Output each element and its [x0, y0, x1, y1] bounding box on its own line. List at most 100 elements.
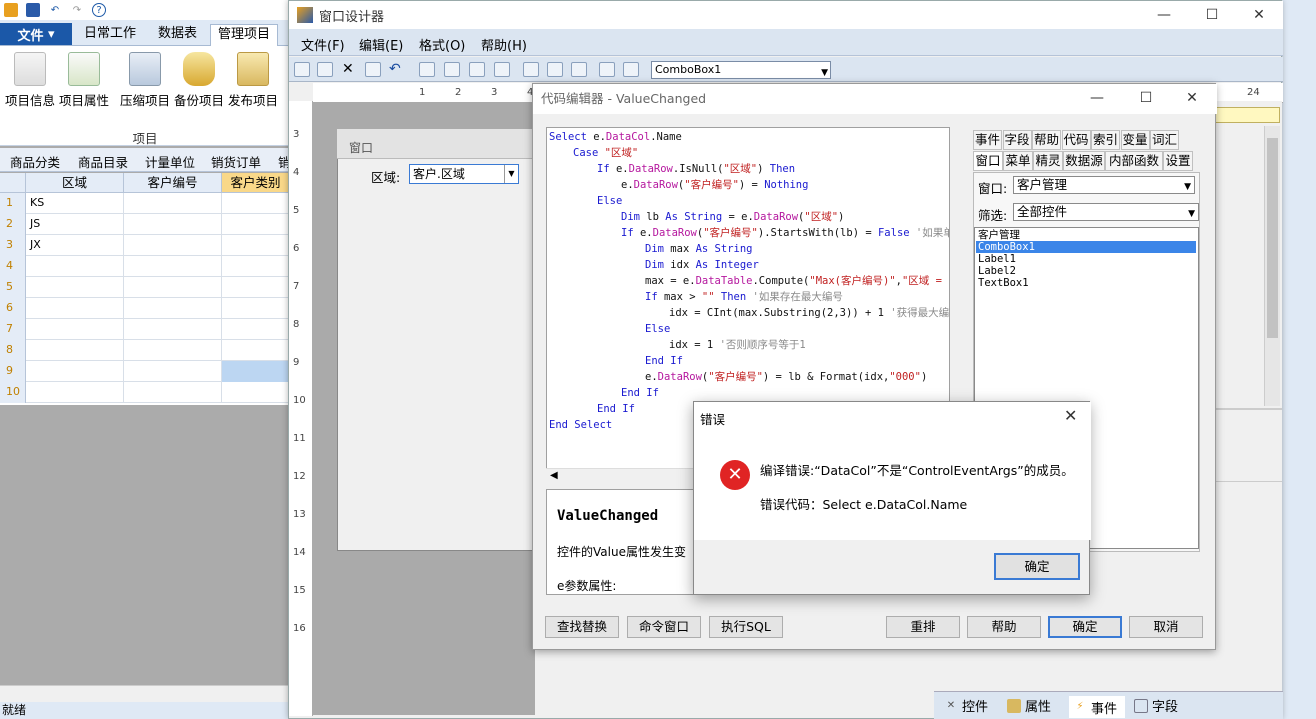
- table-row[interactable]: 1 KS: [0, 193, 290, 214]
- tab-controls[interactable]: ✕ 控件: [944, 696, 988, 716]
- file-menu-button[interactable]: 文件 ▾: [0, 23, 72, 45]
- editor-tab[interactable]: 设置: [1163, 151, 1193, 171]
- cell-area[interactable]: [26, 319, 124, 340]
- code-line[interactable]: e.DataRow("客户编号") = Nothing: [621, 177, 808, 193]
- cell-area[interactable]: [26, 256, 124, 277]
- cell-customer-type[interactable]: [222, 214, 290, 235]
- save-icon[interactable]: [26, 3, 40, 17]
- form-preview[interactable]: [337, 129, 533, 551]
- copy-icon[interactable]: [365, 62, 381, 77]
- editor-tab[interactable]: 变量: [1120, 130, 1150, 150]
- row-number[interactable]: 5: [0, 277, 26, 298]
- cancel-button[interactable]: 取消: [1129, 616, 1203, 638]
- cell-customer-type[interactable]: [222, 361, 290, 382]
- cell-customer-no[interactable]: [124, 277, 222, 298]
- cell-customer-no[interactable]: [124, 340, 222, 361]
- tab-tables[interactable]: 数据表: [150, 24, 205, 46]
- undo-icon[interactable]: ↶: [48, 3, 62, 17]
- cell-customer-type[interactable]: [222, 256, 290, 277]
- row-number[interactable]: 9: [0, 361, 26, 382]
- editor-close-button[interactable]: ✕: [1182, 88, 1202, 108]
- table-tab-sales-order[interactable]: 销货订单: [211, 152, 261, 171]
- editor-tab[interactable]: 索引: [1091, 130, 1120, 150]
- code-line[interactable]: Else: [645, 321, 670, 337]
- cell-area[interactable]: [26, 340, 124, 361]
- code-line[interactable]: If max > "" Then '如果存在最大编号: [645, 289, 843, 305]
- cell-area[interactable]: [26, 361, 124, 382]
- tab-fields[interactable]: 字段: [1134, 696, 1178, 715]
- row-number[interactable]: 3: [0, 235, 26, 256]
- editor-tab[interactable]: 精灵: [1033, 151, 1063, 171]
- control-selector-combo[interactable]: ComboBox1 ▼: [651, 61, 831, 79]
- command-window-button[interactable]: 命令窗口: [627, 616, 701, 638]
- align-right-icon[interactable]: [444, 62, 460, 77]
- same-size-icon[interactable]: [571, 62, 587, 77]
- cell-customer-type[interactable]: [222, 277, 290, 298]
- editor-tab[interactable]: 代码: [1061, 130, 1091, 150]
- code-line[interactable]: End If: [621, 385, 659, 401]
- right-panel-scrollbar[interactable]: [1264, 126, 1280, 406]
- code-line[interactable]: e.DataRow("客户编号") = lb & Format(idx,"000…: [645, 369, 927, 385]
- cell-area[interactable]: [26, 382, 124, 403]
- code-line[interactable]: End Select: [549, 417, 612, 433]
- editor-tab[interactable]: 数据源: [1063, 151, 1105, 171]
- align-bottom-icon[interactable]: [494, 62, 510, 77]
- save-tool-icon[interactable]: [294, 62, 310, 77]
- cell-customer-type[interactable]: [222, 319, 290, 340]
- cell-customer-type[interactable]: [222, 382, 290, 403]
- table-row[interactable]: 5: [0, 277, 290, 298]
- code-line[interactable]: idx = 1 '否则顺序号等于1: [669, 337, 806, 353]
- cell-area[interactable]: [26, 298, 124, 319]
- tab-manage-project[interactable]: 管理项目: [210, 24, 278, 46]
- tab-events[interactable]: ⚡ 事件: [1069, 696, 1126, 718]
- cell-customer-no[interactable]: [124, 298, 222, 319]
- table-tab-catalog[interactable]: 商品目录: [78, 152, 128, 171]
- cell-customer-type[interactable]: [222, 340, 290, 361]
- cell-customer-no[interactable]: [124, 235, 222, 256]
- cell-customer-type[interactable]: [222, 235, 290, 256]
- table-row[interactable]: 6: [0, 298, 290, 319]
- same-width-icon[interactable]: [523, 62, 539, 77]
- grid-horizontal-scrollbar[interactable]: [0, 685, 290, 702]
- table-row[interactable]: 8: [0, 340, 290, 361]
- cell-customer-no[interactable]: [124, 193, 222, 214]
- table-tab-category[interactable]: 商品分类: [10, 152, 60, 171]
- editor-maximize-button[interactable]: ☐: [1136, 88, 1156, 108]
- help-button[interactable]: 帮助: [967, 616, 1041, 638]
- list-item[interactable]: Label2: [978, 265, 1016, 277]
- backup-project-button[interactable]: 备份项目: [172, 52, 226, 109]
- code-line[interactable]: Dim lb As String = e.DataRow("区域"): [621, 209, 844, 225]
- close-button[interactable]: ✕: [1249, 5, 1269, 25]
- editor-tab[interactable]: 字段: [1002, 130, 1032, 150]
- menu-help[interactable]: 帮助(H): [481, 35, 527, 54]
- table-row[interactable]: 2 JS: [0, 214, 290, 235]
- maximize-button[interactable]: ☐: [1202, 5, 1222, 25]
- ok-button[interactable]: 确定: [1048, 616, 1122, 638]
- list-item[interactable]: Label1: [978, 253, 1016, 265]
- column-header-customer-type[interactable]: 客户类别: [222, 173, 290, 193]
- code-line[interactable]: If e.DataRow("客户编号").StartsWith(lb) = Fa…: [621, 225, 949, 241]
- label1[interactable]: 区域:: [371, 167, 400, 186]
- column-header-area[interactable]: 区域: [26, 173, 124, 193]
- menu-edit[interactable]: 编辑(E): [359, 35, 403, 54]
- table-row[interactable]: 10: [0, 382, 290, 403]
- vertical-space-icon[interactable]: [599, 62, 615, 77]
- error-close-icon[interactable]: ✕: [1064, 406, 1077, 425]
- code-line[interactable]: Dim max As String: [645, 241, 753, 257]
- minimize-button[interactable]: —: [1154, 5, 1174, 25]
- table-row[interactable]: 9: [0, 361, 290, 382]
- code-line[interactable]: Case "区域": [573, 145, 638, 161]
- table-row[interactable]: 4: [0, 256, 290, 277]
- cell-customer-no[interactable]: [124, 256, 222, 277]
- editor-tab[interactable]: 窗口: [973, 151, 1003, 171]
- row-number[interactable]: 6: [0, 298, 26, 319]
- editor-tab[interactable]: 词汇: [1150, 130, 1179, 150]
- list-item[interactable]: TextBox1: [978, 277, 1029, 289]
- column-header-customer-no[interactable]: 客户编号: [124, 173, 222, 193]
- reset-layout-button[interactable]: 重排: [886, 616, 960, 638]
- panel-pin[interactable]: [1214, 107, 1280, 123]
- code-line[interactable]: End If: [645, 353, 683, 369]
- horizontal-space-icon[interactable]: [623, 62, 639, 77]
- menu-format[interactable]: 格式(O): [419, 35, 465, 54]
- cell-area[interactable]: JS: [26, 214, 124, 235]
